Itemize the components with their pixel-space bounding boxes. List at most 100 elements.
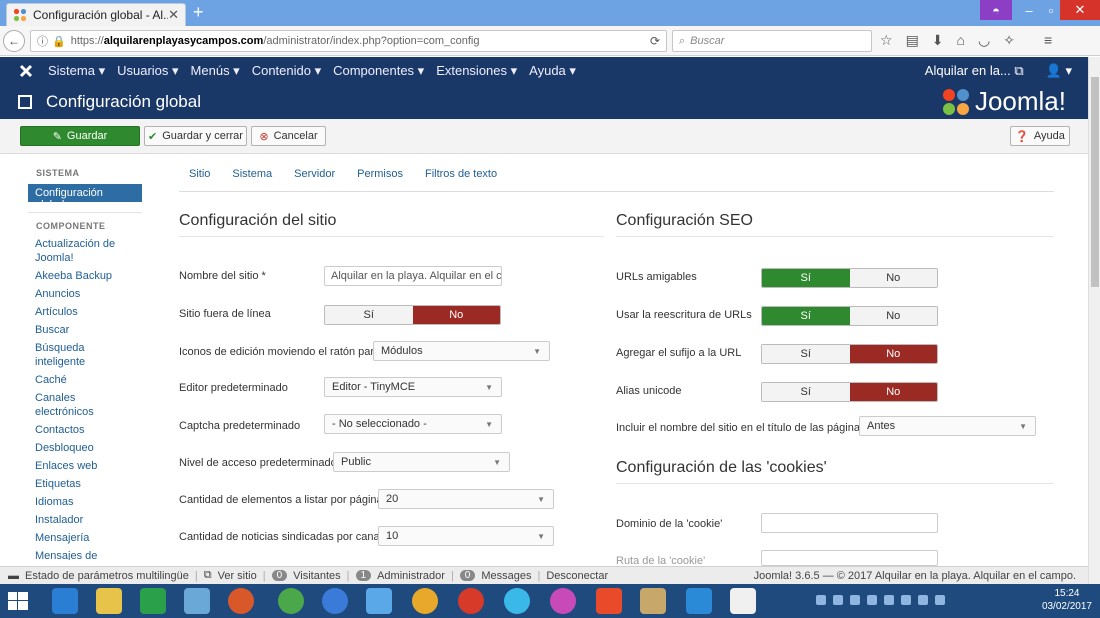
tab-filtros[interactable]: Filtros de texto [425,168,497,191]
hamburger-menu-icon[interactable]: ≡ [1044,32,1052,49]
browser-search-input[interactable]: ⌕ Buscar [672,30,872,52]
sidebar-item[interactable]: Artículos [28,303,142,321]
internet-explorer-icon[interactable] [52,588,78,614]
tab-permisos[interactable]: Permisos [357,168,403,191]
rewrite-no-option[interactable]: No [849,307,937,325]
rewrite-yes-option[interactable]: Sí [762,307,850,325]
browser-tab[interactable]: Configuración global - Al... ✕ [6,3,186,26]
edit-icons-select[interactable]: Módulos ▼ [373,341,550,361]
document-app-icon[interactable] [730,588,756,614]
opera-icon[interactable] [458,588,484,614]
info-icon[interactable]: ⓘ [37,33,48,49]
maximize-window-icon[interactable]: ▫ [1042,0,1060,20]
cookie-path-input[interactable] [761,550,938,566]
list-limit-select[interactable]: 20 ▼ [378,489,554,509]
extension-icon[interactable]: ✧ [1003,32,1015,49]
menu-menus[interactable]: Menús ▾ [191,63,240,79]
tools-app-icon[interactable] [596,588,622,614]
chrome-icon[interactable] [278,588,304,614]
user-menu[interactable]: 👤 ▾ [1046,63,1072,79]
cookie-domain-input[interactable] [761,513,938,533]
tab-sitio[interactable]: Sitio [189,168,210,191]
reload-icon[interactable]: ⟳ [650,34,660,48]
help-button[interactable]: ❓ Ayuda [1010,126,1070,146]
sidebar-item[interactable]: Desbloqueo [28,439,142,457]
sidebar-item[interactable]: Actualización de Joomla! [28,235,142,267]
suffix-yes-option[interactable]: Sí [762,345,850,363]
rewrite-toggle[interactable]: Sí No [761,306,938,326]
sef-yes-option[interactable]: Sí [762,269,850,287]
tray-icon[interactable] [833,595,843,605]
sidebar-item[interactable]: Etiquetas [28,475,142,493]
offline-toggle[interactable]: Sí No [324,305,501,325]
pocket-icon[interactable]: ◡ [978,32,990,49]
site-link[interactable]: Alquilar en la... ⧉ [925,63,1024,79]
menu-ayuda[interactable]: Ayuda ▾ [529,63,576,79]
paint-app-icon[interactable] [550,588,576,614]
windows-start-icon[interactable] [8,592,28,610]
sidebar-item[interactable]: Anuncios [28,285,142,303]
picasa-icon[interactable] [412,588,438,614]
suffix-toggle[interactable]: Sí No [761,344,938,364]
menu-extensiones[interactable]: Extensiones ▾ [436,63,517,79]
sef-toggle[interactable]: Sí No [761,268,938,288]
menu-usuarios[interactable]: Usuarios ▾ [117,63,178,79]
sef-no-option[interactable]: No [849,269,937,287]
photos-icon[interactable] [184,588,210,614]
tab-sistema[interactable]: Sistema [232,168,272,191]
menu-sistema[interactable]: Sistema ▾ [48,63,105,79]
captcha-select[interactable]: - No seleccionado - ▼ [324,414,502,434]
store-icon[interactable] [140,588,166,614]
offline-yes-option[interactable]: Sí [325,306,413,324]
tray-icon[interactable] [850,595,860,605]
google-earth-icon[interactable] [322,588,348,614]
sidebar-item[interactable]: Contactos [28,421,142,439]
unicode-yes-option[interactable]: Sí [762,383,850,401]
menu-contenido[interactable]: Contenido ▾ [252,63,321,79]
suffix-no-option[interactable]: No [849,345,937,363]
view-site-link[interactable]: Ver sitio [218,570,257,582]
reading-list-icon[interactable]: ▤ [906,32,919,49]
tray-icon[interactable] [935,595,945,605]
logout-link[interactable]: Desconectar [546,570,608,582]
tray-icon[interactable] [867,595,877,605]
sidebar-item[interactable]: Enlaces web [28,457,142,475]
messages-link[interactable]: Messages [481,570,531,582]
unicode-no-option[interactable]: No [849,383,937,401]
file-explorer-icon[interactable] [96,588,122,614]
minimize-window-icon[interactable]: – [1016,0,1042,20]
sidebar-item[interactable]: Instalador [28,511,142,529]
clock[interactable]: 15:24 03/02/2017 [1042,587,1092,613]
volume-icon[interactable] [884,595,894,605]
sidebar-item[interactable]: Akeeba Backup [28,267,142,285]
network-icon[interactable] [901,595,911,605]
page-scrollbar[interactable] [1088,57,1100,584]
sidebar-item-global-config[interactable]: Configuración global [28,184,142,211]
download-icon[interactable]: ⬇ [932,32,944,49]
scrollbar-thumb[interactable] [1091,77,1099,287]
tray-icon[interactable] [918,595,928,605]
sidebar-item[interactable]: Mensajería [28,529,142,547]
sidebar-item[interactable]: Caché [28,371,142,389]
unicode-toggle[interactable]: Sí No [761,382,938,402]
settings-gear-icon[interactable] [504,588,530,614]
new-tab-icon[interactable]: + [193,2,204,23]
menu-componentes[interactable]: Componentes ▾ [333,63,424,79]
save-close-button[interactable]: ✔ Guardar y cerrar [144,126,247,146]
multilang-status-link[interactable]: Estado de parámetros multilingüe [25,570,189,582]
tray-icon[interactable] [816,595,826,605]
app-icon[interactable] [366,588,392,614]
sitename-select[interactable]: Antes ▼ [859,416,1036,436]
cancel-button[interactable]: ⊗ Cancelar [251,126,326,146]
sidebar-item[interactable]: Idiomas [28,493,142,511]
offline-no-option[interactable]: No [412,306,500,324]
joomla-logo-icon[interactable] [18,63,34,79]
editor-select[interactable]: Editor - TinyMCE ▼ [324,377,502,397]
url-bar[interactable]: ⓘ 🔒 https:// alquilarenplayasycampos.com… [30,30,667,52]
home-icon[interactable]: ⌂ [957,32,965,49]
sidebar-item[interactable]: Mensajes de [28,547,142,560]
sidebar-item[interactable]: Buscar [28,321,142,339]
firefox-icon[interactable] [228,588,254,614]
site-name-input[interactable]: Alquilar en la playa. Alquilar en el cam… [324,266,502,286]
access-select[interactable]: Public ▼ [333,452,510,472]
